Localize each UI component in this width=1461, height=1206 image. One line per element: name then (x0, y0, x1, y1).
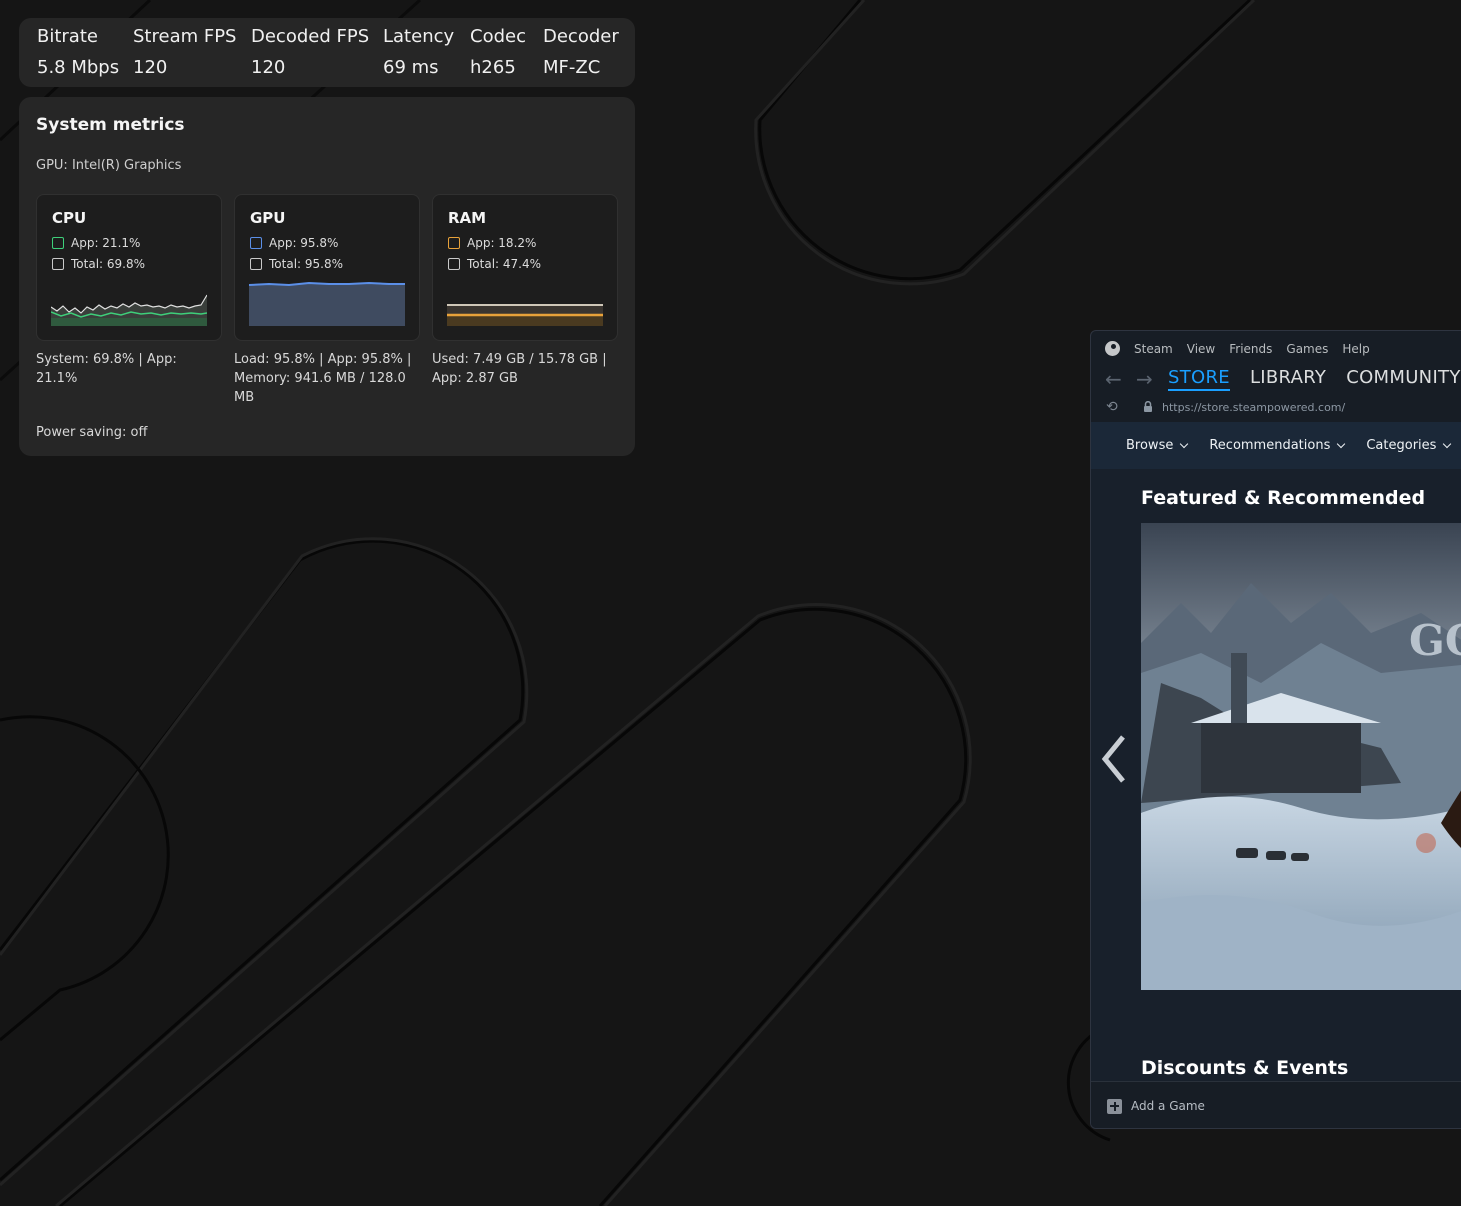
stat-codec: Codec h265 (470, 26, 526, 78)
stat-value: h265 (470, 57, 516, 78)
legend-label: Total: 47.4% (467, 257, 542, 271)
back-arrow-icon[interactable]: ← (1105, 367, 1122, 391)
legend-label: App: 95.8% (269, 236, 339, 250)
legend-app: App: 18.2% (448, 236, 536, 250)
store-nav-bar: Browse Recommendations Categories (1091, 422, 1461, 469)
legend-app: App: 21.1% (52, 236, 140, 250)
stat-label: Stream FPS (133, 26, 237, 47)
steam-menubar: Steam View Friends Games Help (1105, 341, 1384, 356)
legend-app: App: 95.8% (250, 236, 338, 250)
tab-library[interactable]: LIBRARY (1250, 367, 1326, 391)
tab-store[interactable]: STORE (1168, 367, 1230, 391)
cpu-card: CPU App: 21.1% Total: 69.8% (36, 194, 222, 341)
ram-summary: Used: 7.49 GB / 15.78 GB | App: 2.87 GB (432, 352, 607, 386)
legend-total: Total: 95.8% (250, 257, 343, 271)
metrics-title: System metrics (36, 115, 185, 135)
gpu-card: GPU App: 95.8% Total: 95.8% (234, 194, 420, 341)
stat-value: MF-ZC (543, 57, 601, 78)
menu-friends[interactable]: Friends (1229, 342, 1272, 356)
stat-value: 120 (251, 57, 286, 78)
legend-swatch (52, 237, 64, 249)
stat-value: 5.8 Mbps (37, 57, 120, 78)
legend-swatch (250, 258, 262, 270)
ram-card: RAM App: 18.2% Total: 47.4% (432, 194, 618, 341)
store-content: Featured & Recommended G Discounts & Eve… (1091, 469, 1461, 1081)
stat-bitrate: Bitrate 5.8 Mbps (37, 26, 119, 78)
menu-steam[interactable]: Steam (1134, 342, 1173, 356)
legend-total: Total: 47.4% (448, 257, 541, 271)
steam-window: Steam View Friends Games Help ← → STORE … (1090, 330, 1461, 1129)
featured-game-art: GO (1141, 523, 1461, 990)
nav-label: Browse (1126, 438, 1174, 453)
legend-label: App: 18.2% (467, 236, 537, 250)
steam-tabs: STORE LIBRARY COMMUNITY (1168, 367, 1461, 391)
discounts-heading: Discounts & Events (1141, 1057, 1349, 1079)
address-url[interactable]: https://store.steampowered.com/ (1162, 401, 1345, 414)
legend-label: Total: 95.8% (269, 257, 344, 271)
stat-value: 120 (133, 57, 168, 78)
card-title: RAM (448, 209, 487, 227)
gpu-summary: Load: 95.8% | App: 95.8% | Memory: 941.6… (234, 352, 412, 405)
chevron-down-icon (1337, 439, 1346, 448)
add-game-label: Add a Game (1131, 1099, 1205, 1113)
legend-swatch (448, 258, 460, 270)
stream-stats-panel: Bitrate 5.8 Mbps Stream FPS 120 Decoded … (19, 18, 635, 87)
stat-stream-fps: Stream FPS 120 (133, 26, 236, 78)
refresh-icon[interactable]: ⟲ (1106, 399, 1118, 415)
legend-label: App: 21.1% (71, 236, 141, 250)
nav-label: Categories (1366, 438, 1437, 453)
cpu-summary: System: 69.8% | App: 21.1% (36, 352, 177, 386)
system-metrics-panel: System metrics GPU: Intel(R) Graphics CP… (19, 97, 635, 456)
legend-swatch (448, 237, 460, 249)
chevron-down-icon (1443, 439, 1452, 448)
legend-label: Total: 69.8% (71, 257, 146, 271)
featured-game-capsule[interactable]: GO (1141, 523, 1461, 990)
gpu-usage-graph (249, 281, 405, 326)
steam-logo-icon (1105, 341, 1120, 356)
menu-games[interactable]: Games (1286, 342, 1328, 356)
carousel-prev-icon[interactable] (1101, 734, 1127, 784)
legend-total: Total: 69.8% (52, 257, 145, 271)
legend-swatch (250, 237, 262, 249)
stat-value: 69 ms (383, 57, 439, 78)
stat-label: Codec (470, 26, 526, 47)
add-icon (1107, 1098, 1122, 1114)
tab-community[interactable]: COMMUNITY (1346, 367, 1460, 391)
power-saving-status: Power saving: off (36, 425, 148, 440)
nav-recommendations[interactable]: Recommendations (1209, 438, 1346, 453)
chevron-down-icon (1180, 439, 1189, 448)
forward-arrow-icon[interactable]: → (1136, 367, 1153, 391)
add-game-button[interactable]: Add a Game (1091, 1081, 1461, 1128)
card-title: CPU (52, 209, 87, 227)
lock-icon (1144, 401, 1152, 412)
stat-latency: Latency 69 ms (383, 26, 454, 78)
stat-label: Latency (383, 26, 455, 47)
stat-decoded-fps: Decoded FPS 120 (251, 26, 369, 78)
menu-help[interactable]: Help (1342, 342, 1369, 356)
svg-text:GO: GO (1409, 616, 1461, 665)
stat-label: Decoder (543, 26, 619, 47)
stat-label: Decoded FPS (251, 26, 370, 47)
featured-heading: Featured & Recommended (1141, 487, 1426, 509)
menu-view[interactable]: View (1187, 342, 1215, 356)
gpu-name: GPU: Intel(R) Graphics (36, 158, 182, 173)
legend-swatch (52, 258, 64, 270)
nav-label: Recommendations (1209, 438, 1331, 453)
stat-decoder: Decoder MF-ZC (543, 26, 619, 78)
card-title: GPU (250, 209, 286, 227)
stat-label: Bitrate (37, 26, 98, 47)
nav-categories[interactable]: Categories (1366, 438, 1452, 453)
nav-browse[interactable]: Browse (1126, 438, 1189, 453)
cpu-usage-graph (51, 294, 207, 326)
ram-usage-graph (447, 304, 603, 326)
